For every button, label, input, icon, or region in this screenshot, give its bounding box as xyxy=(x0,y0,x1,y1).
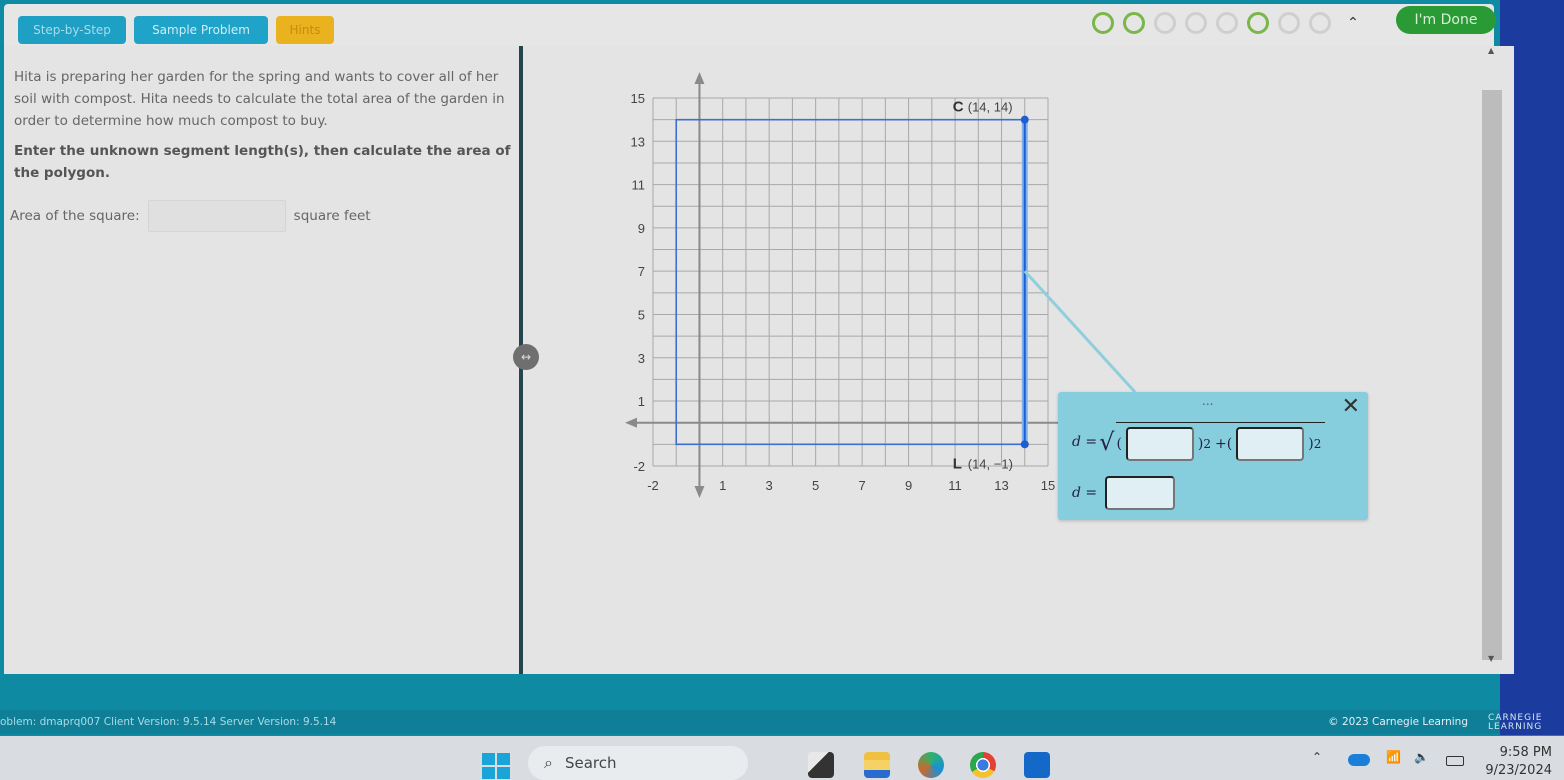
distance-formula-popup: ... ✕ d = √ ( ) 2 + ( ) 2 d = xyxy=(1058,392,1368,520)
chevron-up-icon[interactable]: ⌃ xyxy=(1344,12,1362,34)
distance-result-row: d = xyxy=(1072,476,1176,510)
progress-dot xyxy=(1247,12,1269,34)
wifi-icon[interactable]: 📶 xyxy=(1386,750,1401,764)
windows-start-icon[interactable] xyxy=(482,753,510,779)
open-paren: ( xyxy=(1116,436,1122,452)
progress-dot xyxy=(1154,12,1176,34)
scroll-down-arrow-icon[interactable]: ▼ xyxy=(1488,654,1494,663)
area-answer-row: Area of the square: square feet xyxy=(10,200,371,232)
delta-y-input[interactable] xyxy=(1236,427,1305,461)
carnegie-learning-logo: CARNEGIE LEARNING xyxy=(1488,714,1542,732)
search-placeholder: Search xyxy=(564,754,617,772)
chrome-browser-icon[interactable] xyxy=(970,752,996,778)
edge-browser-icon[interactable] xyxy=(918,752,944,778)
im-done-button[interactable]: I'm Done xyxy=(1396,6,1496,34)
task-view-icon[interactable] xyxy=(808,752,834,778)
status-footer: oblem: dmaprq007 Client Version: 9.5.14 … xyxy=(0,710,1500,734)
scroll-up-arrow-icon[interactable]: ▲ xyxy=(1488,46,1494,55)
progress-indicator: ⌃ xyxy=(1092,12,1362,34)
clock-date: 9/23/2024 xyxy=(1485,763,1552,778)
sample-problem-button[interactable]: Sample Problem xyxy=(134,16,268,44)
progress-dot xyxy=(1216,12,1238,34)
brand-line2: LEARNING xyxy=(1488,722,1543,732)
taskbar-search[interactable]: ⌕ Search xyxy=(528,746,748,780)
workspace: Hita is preparing her garden for the spr… xyxy=(4,46,1514,674)
progress-dot xyxy=(1092,12,1114,34)
show-hidden-icons-chevron-icon[interactable]: ⌃ xyxy=(1312,750,1322,764)
app-window: Step-by-Step Sample Problem Hints ⌃ I'm … xyxy=(0,0,1564,780)
progress-dot xyxy=(1309,12,1331,34)
resize-handle[interactable]: ↔ xyxy=(513,344,539,370)
version-info: oblem: dmaprq007 Client Version: 9.5.14 … xyxy=(0,716,337,728)
step-by-step-button[interactable]: Step-by-Step xyxy=(18,16,126,44)
problem-instruction: Enter the unknown segment length(s), the… xyxy=(14,143,511,181)
radicand: ( ) 2 + ( ) 2 xyxy=(1116,422,1326,461)
problem-pane: Hita is preparing her garden for the spr… xyxy=(4,46,518,674)
volume-icon[interactable]: 🔈 xyxy=(1414,750,1429,764)
progress-dot xyxy=(1185,12,1207,34)
area-unit: square feet xyxy=(293,208,371,224)
toolbar: Step-by-Step Sample Problem Hints ⌃ I'm … xyxy=(4,4,1496,46)
distance-formula: d = √ ( ) 2 + ( ) 2 xyxy=(1072,422,1326,461)
hints-button[interactable]: Hints xyxy=(276,16,334,44)
resize-arrows-icon: ↔ xyxy=(520,350,532,364)
close-icon[interactable]: ✕ xyxy=(1342,394,1360,419)
exponent: 2 xyxy=(1203,437,1212,451)
clock-time: 9:58 PM xyxy=(1499,745,1552,760)
formula-lhs: d = xyxy=(1072,433,1098,450)
progress-dot xyxy=(1278,12,1300,34)
battery-icon[interactable] xyxy=(1446,756,1464,766)
copyright: © 2023 Carnegie Learning xyxy=(1328,716,1468,728)
delta-x-input[interactable] xyxy=(1125,427,1194,461)
search-icon: ⌕ xyxy=(544,753,553,772)
plus-sign: + xyxy=(1215,436,1227,452)
progress-dot xyxy=(1123,12,1145,34)
onedrive-cloud-icon[interactable] xyxy=(1348,754,1370,766)
result-label: d = xyxy=(1072,485,1098,501)
area-input[interactable] xyxy=(147,200,286,232)
outlook-icon[interactable] xyxy=(1024,752,1050,778)
file-explorer-icon[interactable] xyxy=(864,752,890,778)
open-paren: ( xyxy=(1226,436,1233,452)
sqrt-symbol-icon: √ xyxy=(1099,427,1115,456)
taskbar-clock[interactable]: 9:58 PM 9/23/2024 xyxy=(1485,744,1552,780)
distance-result-input[interactable] xyxy=(1105,476,1176,510)
taskbar: ⌕ Search ⌃ 📶 🔈 9:58 PM 9/23/2024 xyxy=(0,736,1564,780)
area-label: Area of the square: xyxy=(10,208,140,224)
vertical-scrollbar[interactable] xyxy=(1482,90,1502,660)
popup-menu-icon[interactable]: ... xyxy=(1202,394,1213,408)
exponent: 2 xyxy=(1313,437,1322,451)
problem-intro: Hita is preparing her garden for the spr… xyxy=(14,69,505,129)
